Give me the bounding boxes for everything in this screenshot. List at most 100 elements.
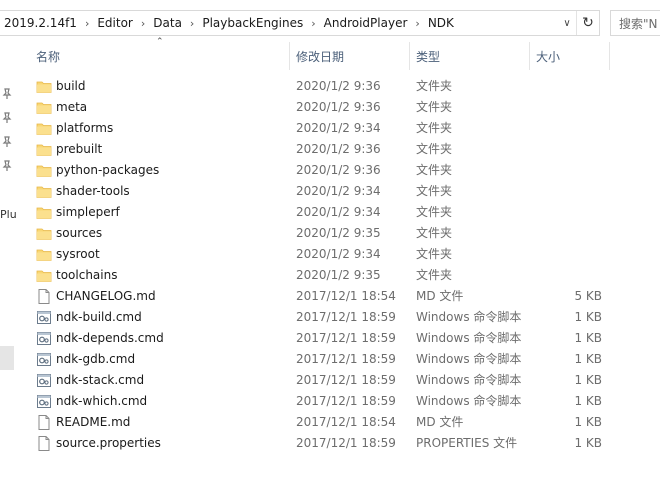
file-date: 2020/1/2 9:35 — [296, 226, 381, 240]
column-header-name[interactable]: 名称 — [36, 42, 60, 70]
refresh-icon[interactable]: ↻ — [576, 11, 599, 35]
file-row[interactable]: ndk-depends.cmd 2017/12/1 18:59 Windows 命令… — [26, 328, 616, 349]
breadcrumb-separator-icon[interactable]: › — [311, 17, 315, 30]
file-name: CHANGELOG.md — [56, 289, 156, 303]
search-input[interactable]: 搜索"N — [610, 10, 660, 36]
file-row[interactable]: platforms 2020/1/2 9:34 文件夹 — [26, 118, 616, 139]
file-date: 2020/1/2 9:36 — [296, 163, 381, 177]
file-type: 文件夹 — [416, 79, 453, 93]
column-header-date[interactable]: 修改日期 — [296, 42, 344, 70]
file-name: sources — [56, 226, 103, 240]
pin-icon[interactable] — [1, 112, 13, 124]
file-size — [526, 223, 602, 244]
breadcrumb-item[interactable]: Data — [153, 16, 182, 30]
file-size — [526, 139, 602, 160]
file-date: 2020/1/2 9:34 — [296, 184, 381, 198]
breadcrumb-item[interactable]: NDK — [428, 16, 454, 30]
file-type: Windows 命令脚本 — [416, 394, 522, 408]
file-row[interactable]: python-packages 2020/1/2 9:36 文件夹 — [26, 160, 616, 181]
file-date: 2020/1/2 9:36 — [296, 79, 381, 93]
file-type: 文件夹 — [416, 142, 453, 156]
breadcrumb-separator-icon[interactable]: › — [415, 17, 419, 30]
folder-icon — [36, 207, 52, 219]
file-type: MD 文件 — [416, 415, 464, 429]
nav-selected-item[interactable] — [0, 346, 14, 370]
script-file-icon — [37, 311, 51, 324]
file-size — [526, 265, 602, 286]
file-name: platforms — [56, 121, 114, 135]
file-row[interactable]: README.md 2017/12/1 18:54 MD 文件 1 KB — [26, 412, 616, 433]
file-row[interactable]: prebuilt 2020/1/2 9:36 文件夹 — [26, 139, 616, 160]
file-size — [526, 181, 602, 202]
file-type: 文件夹 — [416, 268, 453, 282]
file-row[interactable]: CHANGELOG.md 2017/12/1 18:54 MD 文件 5 KB — [26, 286, 616, 307]
sort-up-icon: ⌃ — [156, 37, 164, 47]
file-date: 2020/1/2 9:36 — [296, 142, 381, 156]
column-divider[interactable] — [609, 42, 610, 70]
file-size — [526, 97, 602, 118]
script-file-icon — [37, 395, 51, 408]
chevron-down-icon[interactable]: ∨ — [558, 18, 576, 29]
file-date: 2017/12/1 18:59 — [296, 352, 396, 366]
file-row[interactable]: simpleperf 2020/1/2 9:34 文件夹 — [26, 202, 616, 223]
file-row[interactable]: ndk-gdb.cmd 2017/12/1 18:59 Windows 命令脚本 1 … — [26, 349, 616, 370]
document-icon — [38, 415, 50, 430]
file-date: 2017/12/1 18:54 — [296, 289, 396, 303]
file-row[interactable]: sources 2020/1/2 9:35 文件夹 — [26, 223, 616, 244]
file-date: 2017/12/1 18:54 — [296, 415, 396, 429]
column-header: 名称 ⌃ 修改日期 类型 大小 — [26, 37, 610, 70]
breadcrumb-item[interactable]: AndroidPlayer — [324, 16, 408, 30]
file-name: ndk-depends.cmd — [56, 331, 164, 345]
file-row[interactable]: toolchains 2020/1/2 9:35 文件夹 — [26, 265, 616, 286]
breadcrumb-item[interactable]: Editor — [97, 16, 133, 30]
script-file-icon — [37, 332, 51, 345]
file-size: 1 KB — [574, 415, 602, 429]
search-placeholder: 搜索"N — [619, 16, 658, 31]
pin-icon[interactable] — [1, 88, 13, 100]
folder-icon — [36, 249, 52, 261]
file-size: 1 KB — [574, 394, 602, 408]
file-date: 2020/1/2 9:34 — [296, 121, 381, 135]
script-file-icon — [37, 374, 51, 387]
file-row[interactable]: ndk-build.cmd 2017/12/1 18:59 Windows 命令脚本… — [26, 307, 616, 328]
file-name: python-packages — [56, 163, 160, 177]
file-size: 1 KB — [574, 436, 602, 450]
breadcrumb-item[interactable]: 2019.2.14f1 — [4, 16, 77, 30]
column-divider[interactable] — [409, 42, 410, 70]
file-list: build 2020/1/2 9:36 文件夹 meta 2020/1/2 9:36 文件… — [26, 76, 616, 454]
file-type: PROPERTIES 文件 — [416, 436, 518, 450]
file-row[interactable]: build 2020/1/2 9:36 文件夹 — [26, 76, 616, 97]
column-divider[interactable] — [529, 42, 530, 70]
breadcrumb: 2019.2.14f1 › Editor › Data › PlaybackEngines ›… — [0, 16, 558, 30]
pin-icon[interactable] — [1, 160, 13, 172]
breadcrumb-separator-icon[interactable]: › — [141, 17, 145, 30]
file-name: ndk-stack.cmd — [56, 373, 145, 387]
file-date: 2017/12/1 18:59 — [296, 310, 396, 324]
address-bar[interactable]: 2019.2.14f1 › Editor › Data › PlaybackEngines ›… — [0, 10, 600, 36]
column-divider[interactable] — [289, 42, 290, 70]
nav-item-label[interactable]: Plu — [0, 208, 17, 221]
file-name: prebuilt — [56, 142, 103, 156]
file-row[interactable]: shader-tools 2020/1/2 9:34 文件夹 — [26, 181, 616, 202]
file-date: 2017/12/1 18:59 — [296, 331, 396, 345]
file-row[interactable]: ndk-which.cmd 2017/12/1 18:59 Windows 命令脚本… — [26, 391, 616, 412]
column-header-type[interactable]: 类型 — [416, 42, 440, 70]
file-type: MD 文件 — [416, 289, 464, 303]
file-row[interactable]: source.properties 2017/12/1 18:59 PROPERTI… — [26, 433, 616, 454]
pin-icon[interactable] — [1, 136, 13, 148]
file-type: Windows 命令脚本 — [416, 373, 522, 387]
breadcrumb-separator-icon[interactable]: › — [85, 17, 89, 30]
folder-icon — [36, 186, 52, 198]
file-type: 文件夹 — [416, 100, 453, 114]
file-size: 5 KB — [574, 289, 602, 303]
file-row[interactable]: meta 2020/1/2 9:36 文件夹 — [26, 97, 616, 118]
file-date: 2020/1/2 9:34 — [296, 247, 381, 261]
breadcrumb-separator-icon[interactable]: › — [190, 17, 194, 30]
column-header-size[interactable]: 大小 — [536, 42, 560, 70]
folder-icon — [36, 270, 52, 282]
breadcrumb-item[interactable]: PlaybackEngines — [202, 16, 303, 30]
file-row[interactable]: sysroot 2020/1/2 9:34 文件夹 — [26, 244, 616, 265]
file-size — [526, 244, 602, 265]
file-row[interactable]: ndk-stack.cmd 2017/12/1 18:59 Windows 命令脚本… — [26, 370, 616, 391]
folder-icon — [36, 144, 52, 156]
